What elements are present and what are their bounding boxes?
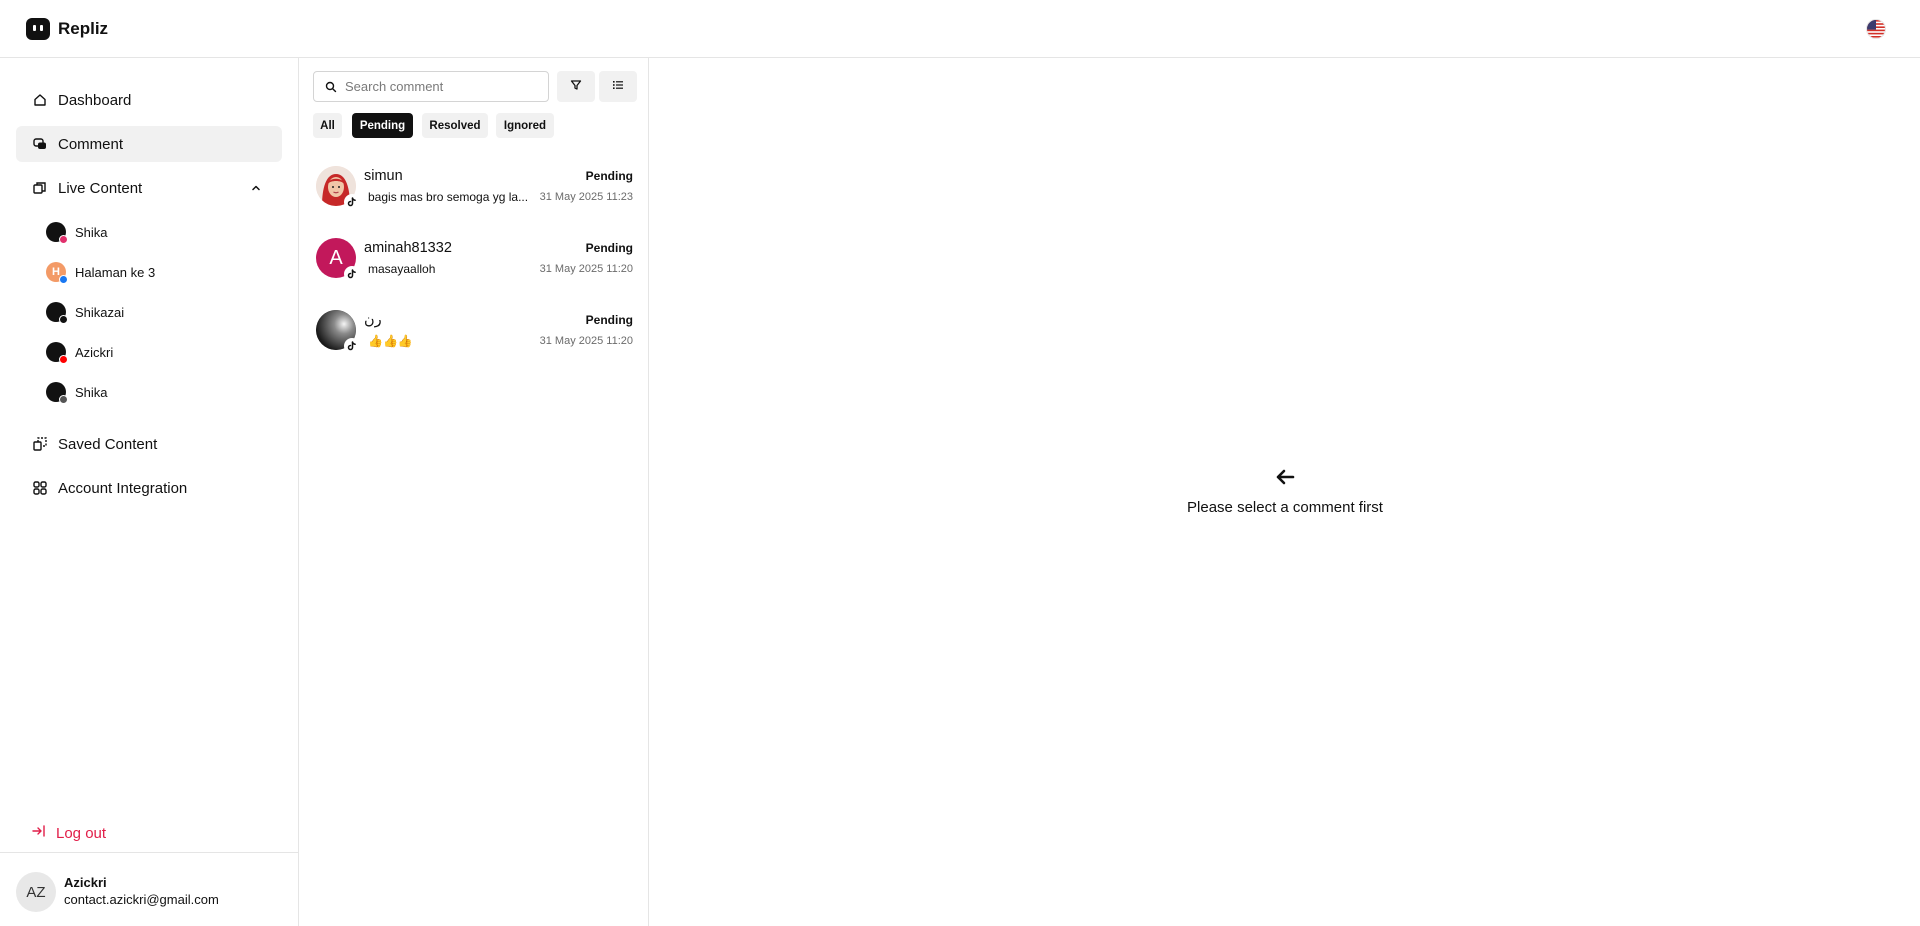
comment-text: masayaalloh (368, 262, 436, 276)
copy-icon (32, 180, 48, 196)
avatar (316, 166, 360, 210)
empty-state-message: Please select a comment first (1187, 499, 1383, 516)
avatar: AZ (16, 872, 56, 912)
list-icon (612, 78, 624, 96)
avatar: H (46, 262, 68, 284)
live-content-item-label: Shika (75, 384, 108, 400)
live-content-item[interactable]: Shika (46, 217, 276, 247)
user-profile[interactable]: AZ Azickri contact.azickri@gmail.com (0, 852, 299, 926)
comment-list-item[interactable]: A aminah81332 masayaalloh Pending 31 May… (300, 232, 649, 294)
avatar (46, 302, 68, 324)
grid-icon (32, 480, 48, 496)
comment-text: 👍👍👍 (368, 334, 413, 348)
home-icon (32, 92, 48, 108)
comment-text: bagis mas bro semoga yg la... (368, 190, 529, 204)
avatar (46, 222, 68, 244)
avatar (46, 382, 68, 404)
instagram-icon (59, 235, 68, 244)
sidebar-item-label: Saved Content (58, 435, 158, 453)
tiktok-icon (59, 315, 68, 324)
top-bar: Repliz (0, 0, 1920, 58)
filter-tab-all[interactable]: All (313, 113, 342, 138)
search-input[interactable] (345, 79, 535, 94)
avatar (46, 342, 68, 364)
sidebar: Dashboard Comment Live Content Shika H H… (0, 58, 299, 926)
comment-icon (32, 136, 48, 152)
comment-list-item[interactable]: simun bagis mas bro semoga yg la... Pend… (300, 160, 649, 222)
comment-detail-panel: Please select a comment first (650, 58, 1920, 926)
live-content-item[interactable]: Azickri (46, 337, 276, 367)
user-name: Azickri (64, 875, 107, 890)
sidebar-item-account-integration[interactable]: Account Integration (16, 470, 282, 506)
search-box[interactable] (313, 71, 549, 102)
comment-list-panel: All Pending Resolved Ignored simun ba (300, 58, 649, 926)
avatar: A (316, 238, 360, 282)
search-icon (325, 81, 337, 93)
live-content-item-label: Shika (75, 224, 108, 240)
sidebar-item-label: Live Content (58, 179, 143, 197)
filter-icon (570, 78, 582, 96)
sidebar-item-label: Account Integration (58, 479, 188, 497)
logout-label: Log out (56, 824, 107, 842)
comment-author: aminah81332 (364, 240, 452, 256)
tiktok-icon (344, 338, 360, 354)
live-content-item[interactable]: Shikazai (46, 297, 276, 327)
sidebar-item-comment[interactable]: Comment (16, 126, 282, 162)
comment-date: 31 May 2025 11:20 (539, 335, 633, 347)
live-content-item[interactable]: H Halaman ke 3 (46, 257, 276, 287)
saved-content-icon (32, 436, 48, 452)
comment-date: 31 May 2025 11:20 (539, 263, 633, 275)
status-badge: Pending (585, 313, 633, 327)
avatar (316, 310, 360, 354)
arrow-left-icon (1274, 467, 1296, 487)
status-badge: Pending (585, 169, 633, 183)
brand[interactable]: Repliz (26, 18, 108, 40)
youtube-icon (59, 355, 68, 364)
logout-button[interactable]: Log out (32, 824, 106, 842)
sidebar-item-dashboard[interactable]: Dashboard (16, 82, 282, 118)
threads-icon (59, 395, 68, 404)
repliz-logo-icon (26, 18, 50, 40)
live-content-item-label: Azickri (75, 344, 114, 360)
filter-button[interactable] (557, 71, 595, 102)
comment-list-item[interactable]: رن 👍👍👍 Pending 31 May 2025 11:20 (300, 304, 649, 366)
tiktok-icon (344, 194, 360, 210)
live-content-item-label: Halaman ke 3 (75, 264, 156, 280)
comment-date: 31 May 2025 11:23 (539, 191, 633, 203)
comment-author: simun (364, 168, 403, 184)
sidebar-item-label: Comment (58, 135, 124, 153)
live-content-item-label: Shikazai (75, 304, 125, 320)
logout-icon (32, 824, 46, 842)
brand-name: Repliz (58, 19, 109, 38)
filter-tab-ignored[interactable]: Ignored (496, 113, 554, 138)
list-view-button[interactable] (599, 71, 637, 102)
sidebar-item-saved-content[interactable]: Saved Content (16, 426, 282, 462)
live-content-item[interactable]: Shika (46, 377, 276, 407)
chevron-up-icon[interactable] (248, 180, 264, 196)
facebook-icon (59, 275, 68, 284)
sidebar-item-live-content[interactable]: Live Content (16, 170, 282, 206)
sidebar-item-label: Dashboard (58, 91, 132, 109)
filter-tab-pending[interactable]: Pending (352, 113, 413, 138)
filter-tab-resolved[interactable]: Resolved (422, 113, 488, 138)
status-badge: Pending (585, 241, 633, 255)
user-email: contact.azickri@gmail.com (64, 892, 219, 907)
us-flag-icon[interactable] (1866, 19, 1886, 39)
tiktok-icon (344, 266, 360, 282)
comment-author: رن (364, 312, 382, 328)
